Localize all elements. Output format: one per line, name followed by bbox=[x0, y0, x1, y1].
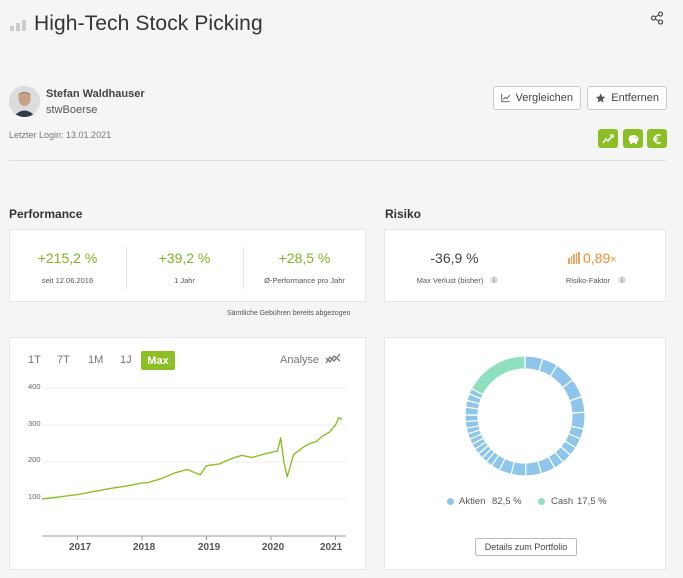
pie-slice-aktien[interactable] bbox=[464, 414, 479, 423]
pie-slice-cash[interactable] bbox=[470, 355, 526, 396]
legend-dot-cash bbox=[538, 498, 545, 505]
legend-label-cash: Cash bbox=[551, 496, 574, 507]
legend-label-aktien: Aktien bbox=[459, 496, 486, 507]
legend-dot-aktien bbox=[447, 498, 454, 505]
pie-slice-aktien[interactable] bbox=[524, 460, 543, 477]
legend-value-cash: 17,5 % bbox=[577, 496, 607, 507]
allocation-donut-chart bbox=[464, 355, 586, 477]
portfolio-details-button[interactable]: Details zum Portfolio bbox=[475, 538, 577, 556]
legend-value-aktien: 82,5 % bbox=[492, 496, 522, 507]
